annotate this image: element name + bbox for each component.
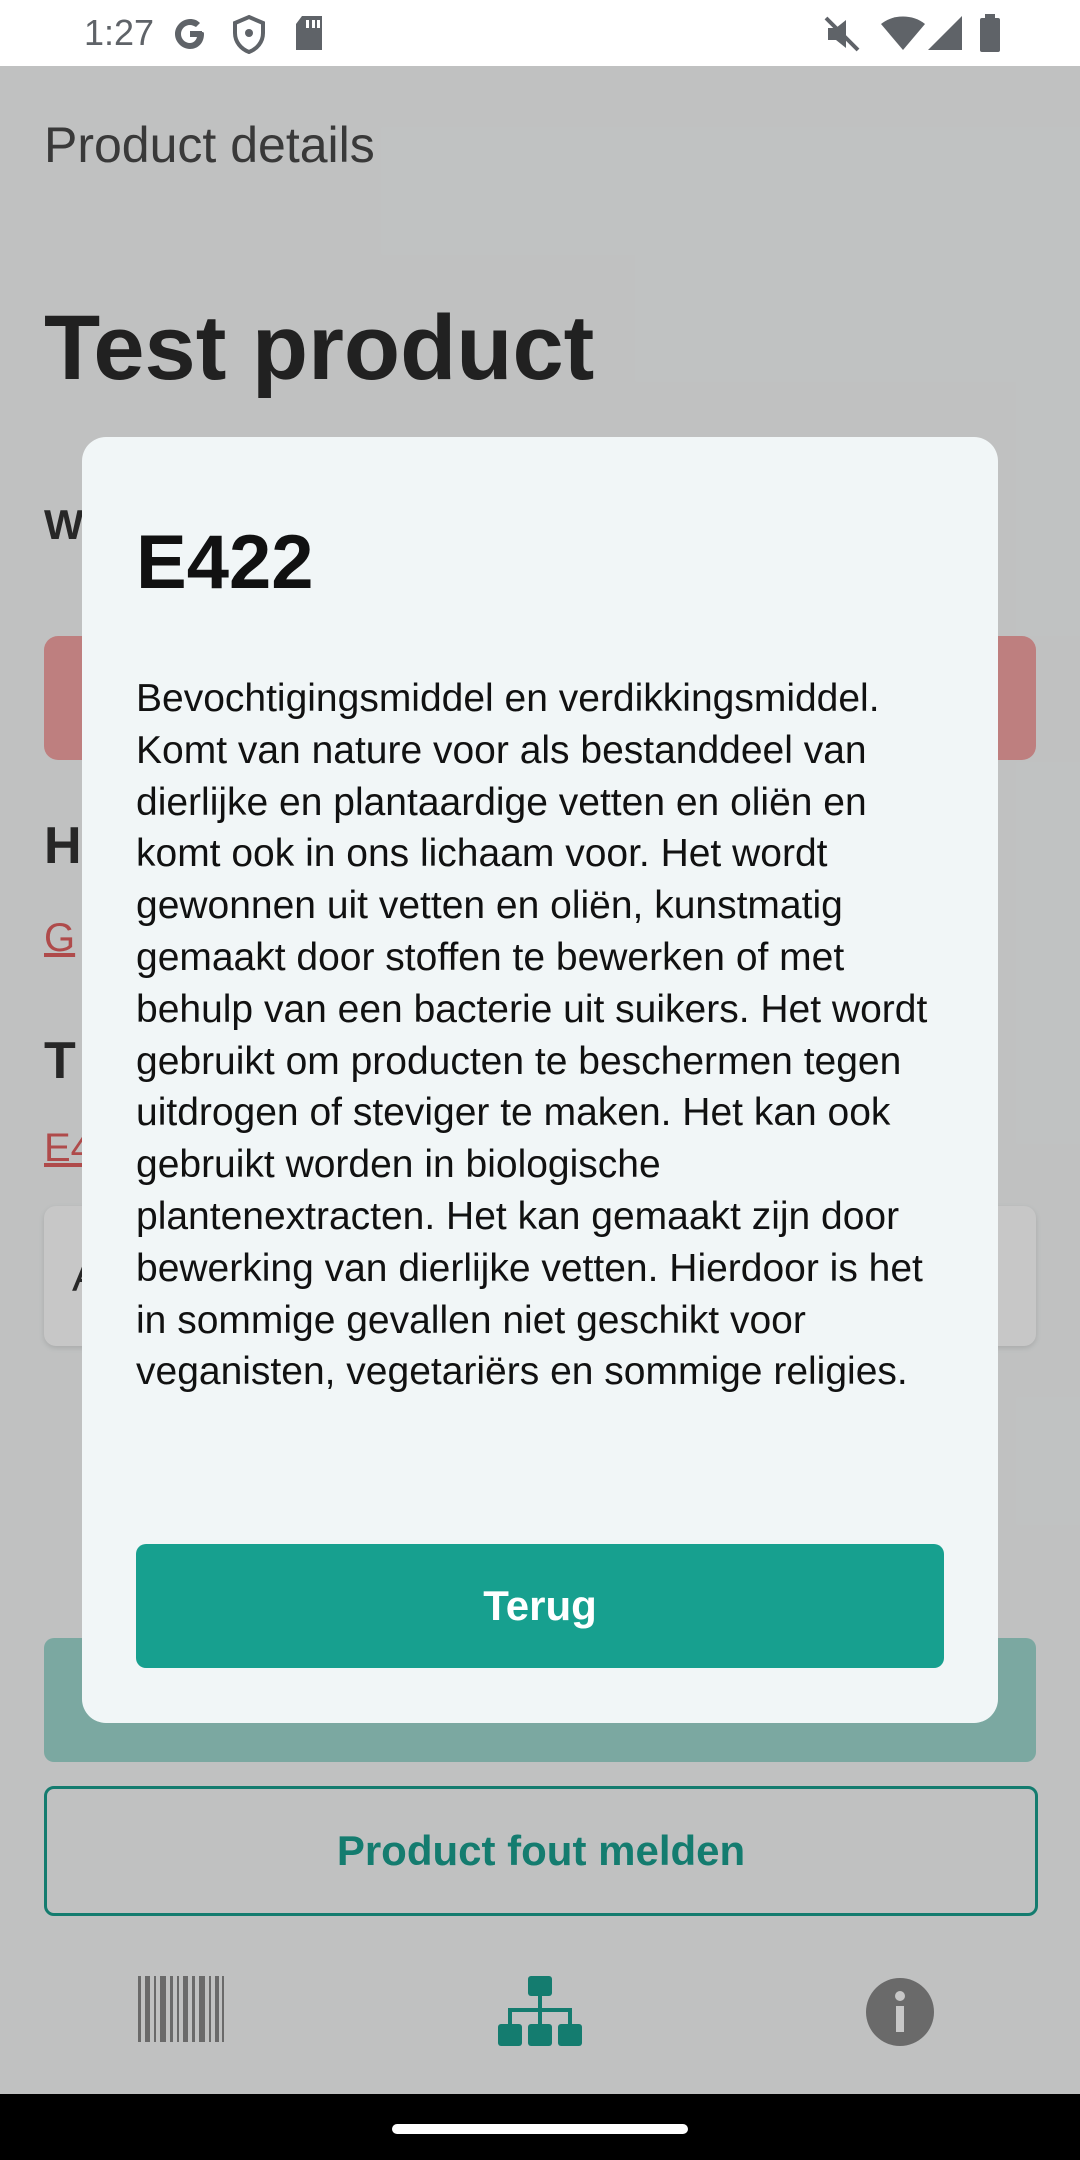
google-icon xyxy=(170,14,210,59)
shield-icon xyxy=(230,14,268,59)
mute-icon xyxy=(822,14,862,59)
back-button[interactable]: Terug xyxy=(136,1544,944,1668)
status-bar: 1:27 xyxy=(0,0,1080,66)
home-gesture-handle[interactable] xyxy=(392,2124,688,2134)
signal-icon xyxy=(928,14,964,57)
dialog-title: E422 xyxy=(136,520,314,605)
dialog-description: Bevochtigingsmiddel en verdikkingsmiddel… xyxy=(136,677,928,1394)
wifi-icon xyxy=(880,14,926,57)
battery-icon xyxy=(978,14,1002,59)
status-time: 1:27 xyxy=(84,12,155,53)
sd-card-icon xyxy=(292,14,326,57)
additive-info-dialog: E422 Bevochtigingsmiddel en verdikkingsm… xyxy=(82,437,998,1723)
system-navigation-bar xyxy=(0,2094,1080,2160)
